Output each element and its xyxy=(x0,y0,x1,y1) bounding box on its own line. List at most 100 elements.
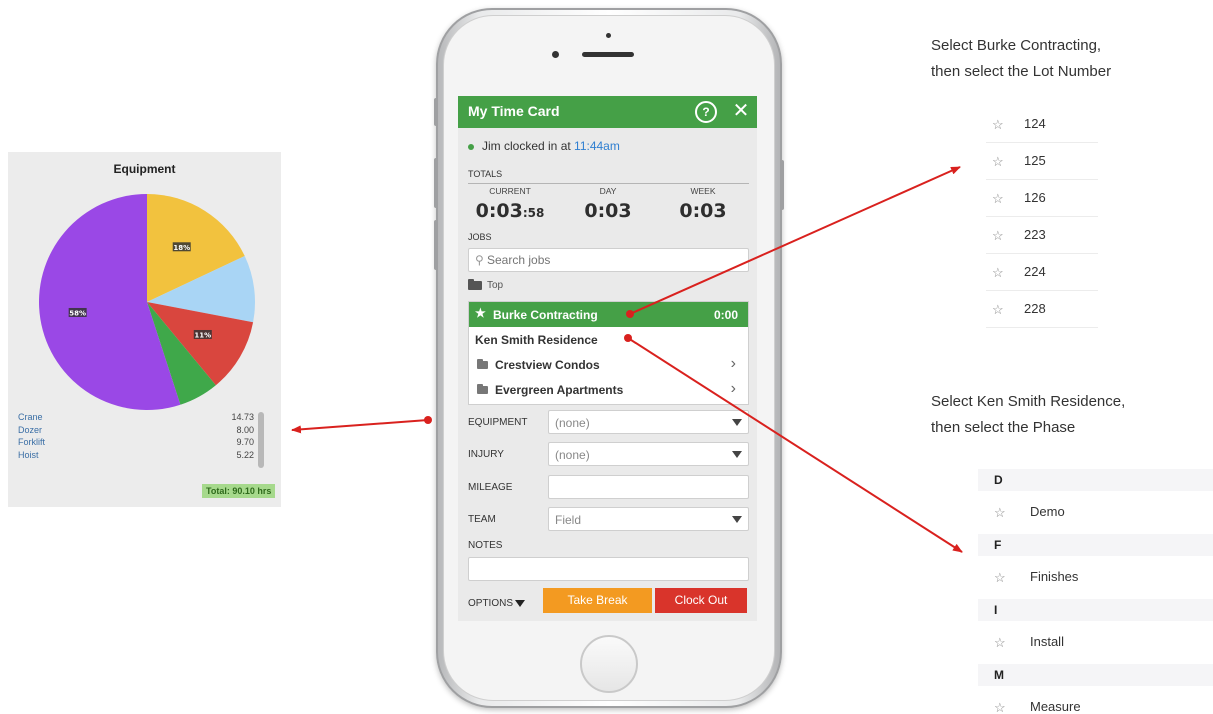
lot-item[interactable]: ☆ 126 xyxy=(986,180,1098,217)
lot-item[interactable]: ☆ 224 xyxy=(986,254,1098,291)
notes-textarea[interactable] xyxy=(468,557,749,581)
jobs-list: ★ Burke Contracting 0:00 Ken Smith Resid… xyxy=(468,301,749,405)
equipment-name[interactable]: Dozer xyxy=(18,424,42,437)
mileage-input[interactable] xyxy=(548,475,749,499)
clock-out-button[interactable]: Clock Out xyxy=(655,588,747,613)
total-current-main: 0:03 xyxy=(475,200,523,222)
pie-slice-label: 11% xyxy=(194,331,211,339)
lot-number: 223 xyxy=(1024,227,1046,242)
injury-field-label: INJURY xyxy=(468,449,504,460)
star-outline-icon[interactable]: ☆ xyxy=(994,505,1006,521)
jobs-label: JOBS xyxy=(468,232,492,242)
phase-name: Finishes xyxy=(1030,569,1079,584)
lot-item[interactable]: ☆ 124 xyxy=(986,106,1098,143)
equipment-field-label: EQUIPMENT xyxy=(468,417,528,428)
equipment-row[interactable]: Dozer 8.00 xyxy=(18,424,254,437)
app-header: My Time Card ? ✕ xyxy=(458,96,757,128)
job-item-burke-contracting[interactable]: ★ Burke Contracting 0:00 xyxy=(469,302,748,327)
phone-home-button[interactable] xyxy=(580,635,638,693)
star-outline-icon[interactable]: ☆ xyxy=(992,265,1004,281)
star-outline-icon[interactable]: ☆ xyxy=(992,302,1004,318)
phase-name: Demo xyxy=(1030,504,1065,519)
star-outline-icon[interactable]: ☆ xyxy=(992,117,1004,133)
phase-instruction-line2: then select the Phase xyxy=(931,419,1076,436)
equipment-name[interactable]: Hoist xyxy=(18,449,39,462)
total-week-value: 0:03 xyxy=(679,200,727,222)
star-outline-icon[interactable]: ☆ xyxy=(992,154,1004,170)
phase-item[interactable]: ☆ Demo xyxy=(978,491,1213,534)
equipment-row[interactable]: Crane 14.73 xyxy=(18,411,254,424)
equipment-name[interactable]: Forklift xyxy=(18,436,45,449)
phase-group-header: M xyxy=(978,664,1213,686)
star-outline-icon[interactable]: ☆ xyxy=(994,700,1006,714)
star-outline-icon[interactable]: ☆ xyxy=(994,570,1006,586)
equipment-scrollbar[interactable] xyxy=(258,412,264,468)
team-select[interactable]: Field xyxy=(548,507,749,531)
star-filled-icon[interactable]: ★ xyxy=(475,306,486,320)
time-card-screen: My Time Card ? ✕ Jim clocked in at 11:44… xyxy=(458,96,757,621)
close-icon[interactable]: ✕ xyxy=(730,99,752,123)
job-label: Ken Smith Residence xyxy=(475,333,598,347)
equipment-row[interactable]: Forklift 9.70 xyxy=(18,436,254,449)
equipment-panel: Equipment 18% 11% 58% Crane 14.73 Dozer 8.… xyxy=(8,152,281,507)
phone-volume-up xyxy=(434,158,438,208)
total-week: WEEK 0:03 xyxy=(663,186,743,222)
lot-instruction-line2: then select the Lot Number xyxy=(931,63,1112,80)
phase-group-header: F xyxy=(978,534,1213,556)
total-day-value: 0:03 xyxy=(584,200,632,222)
phone-power-button xyxy=(780,160,784,210)
status-time: 11:44am xyxy=(574,139,620,153)
lot-item[interactable]: ☆ 125 xyxy=(986,143,1098,180)
breadcrumb-top[interactable]: Top xyxy=(468,278,504,291)
injury-select[interactable]: (none) xyxy=(548,442,749,466)
lot-item[interactable]: ☆ 223 xyxy=(986,217,1098,254)
options-label: OPTIONS xyxy=(468,598,514,609)
phase-item[interactable]: ☆ Finishes xyxy=(978,556,1213,599)
arrow-origin-dot xyxy=(424,416,432,424)
star-outline-icon[interactable]: ☆ xyxy=(994,635,1006,651)
job-item-crestview-condos[interactable]: Crestview Condos › xyxy=(469,352,748,377)
total-current-seconds: :58 xyxy=(522,206,545,220)
search-input[interactable] xyxy=(487,251,742,269)
job-time: 0:00 xyxy=(713,308,738,322)
job-item-evergreen-apartments[interactable]: Evergreen Apartments › xyxy=(469,377,748,402)
equipment-name[interactable]: Crane xyxy=(18,411,43,424)
total-day-label: DAY xyxy=(599,186,617,196)
phone-speaker xyxy=(582,52,634,57)
injury-select-value: (none) xyxy=(555,448,590,462)
clock-in-status: Jim clocked in at 11:44am xyxy=(468,139,620,153)
help-icon[interactable]: ? xyxy=(695,101,717,123)
lot-number: 224 xyxy=(1024,264,1046,279)
phone-sensor xyxy=(606,33,611,38)
equipment-total-badge: Total: 90.10 hrs xyxy=(202,484,276,498)
equipment-row[interactable]: Hoist 5.22 xyxy=(18,449,254,462)
phase-item[interactable]: ☆ Measure xyxy=(978,686,1213,714)
phase-name: Measure xyxy=(1030,699,1081,714)
equipment-value: 14.73 xyxy=(231,412,254,422)
total-current: CURRENT 0:03:58 xyxy=(470,186,550,222)
job-item-ken-smith-residence[interactable]: Ken Smith Residence xyxy=(469,327,748,352)
total-current-value: 0:03:58 xyxy=(470,200,550,222)
lot-number: 228 xyxy=(1024,301,1046,316)
totals-divider xyxy=(468,183,749,184)
equipment-value: 5.22 xyxy=(236,449,254,460)
totals-row: CURRENT 0:03:58 DAY 0:03 WEEK 0:03 xyxy=(468,186,749,226)
phase-item[interactable]: ☆ Install xyxy=(978,621,1213,664)
star-outline-icon[interactable]: ☆ xyxy=(992,191,1004,207)
caret-down-icon xyxy=(732,451,742,458)
search-box: ⚲ xyxy=(468,248,749,272)
equipment-title: Equipment xyxy=(113,162,176,176)
star-outline-icon[interactable]: ☆ xyxy=(992,228,1004,244)
phase-instruction: Select Ken Smith Residence, then select … xyxy=(931,389,1125,441)
take-break-button[interactable]: Take Break xyxy=(543,588,652,613)
pie-slice-label: 58% xyxy=(69,309,86,317)
options-menu-button[interactable]: OPTIONS xyxy=(468,598,526,609)
equipment-select[interactable]: (none) xyxy=(548,410,749,434)
folder-icon xyxy=(468,278,482,290)
status-dot-icon xyxy=(468,143,474,150)
phase-group-header: D xyxy=(978,469,1213,491)
equipment-list: Crane 14.73 Dozer 8.00 Forklift 9.70 Hoi… xyxy=(18,411,254,461)
lot-item[interactable]: ☆ 228 xyxy=(986,291,1098,328)
breadcrumb-label: Top xyxy=(487,280,504,291)
phase-name: Install xyxy=(1030,634,1064,649)
